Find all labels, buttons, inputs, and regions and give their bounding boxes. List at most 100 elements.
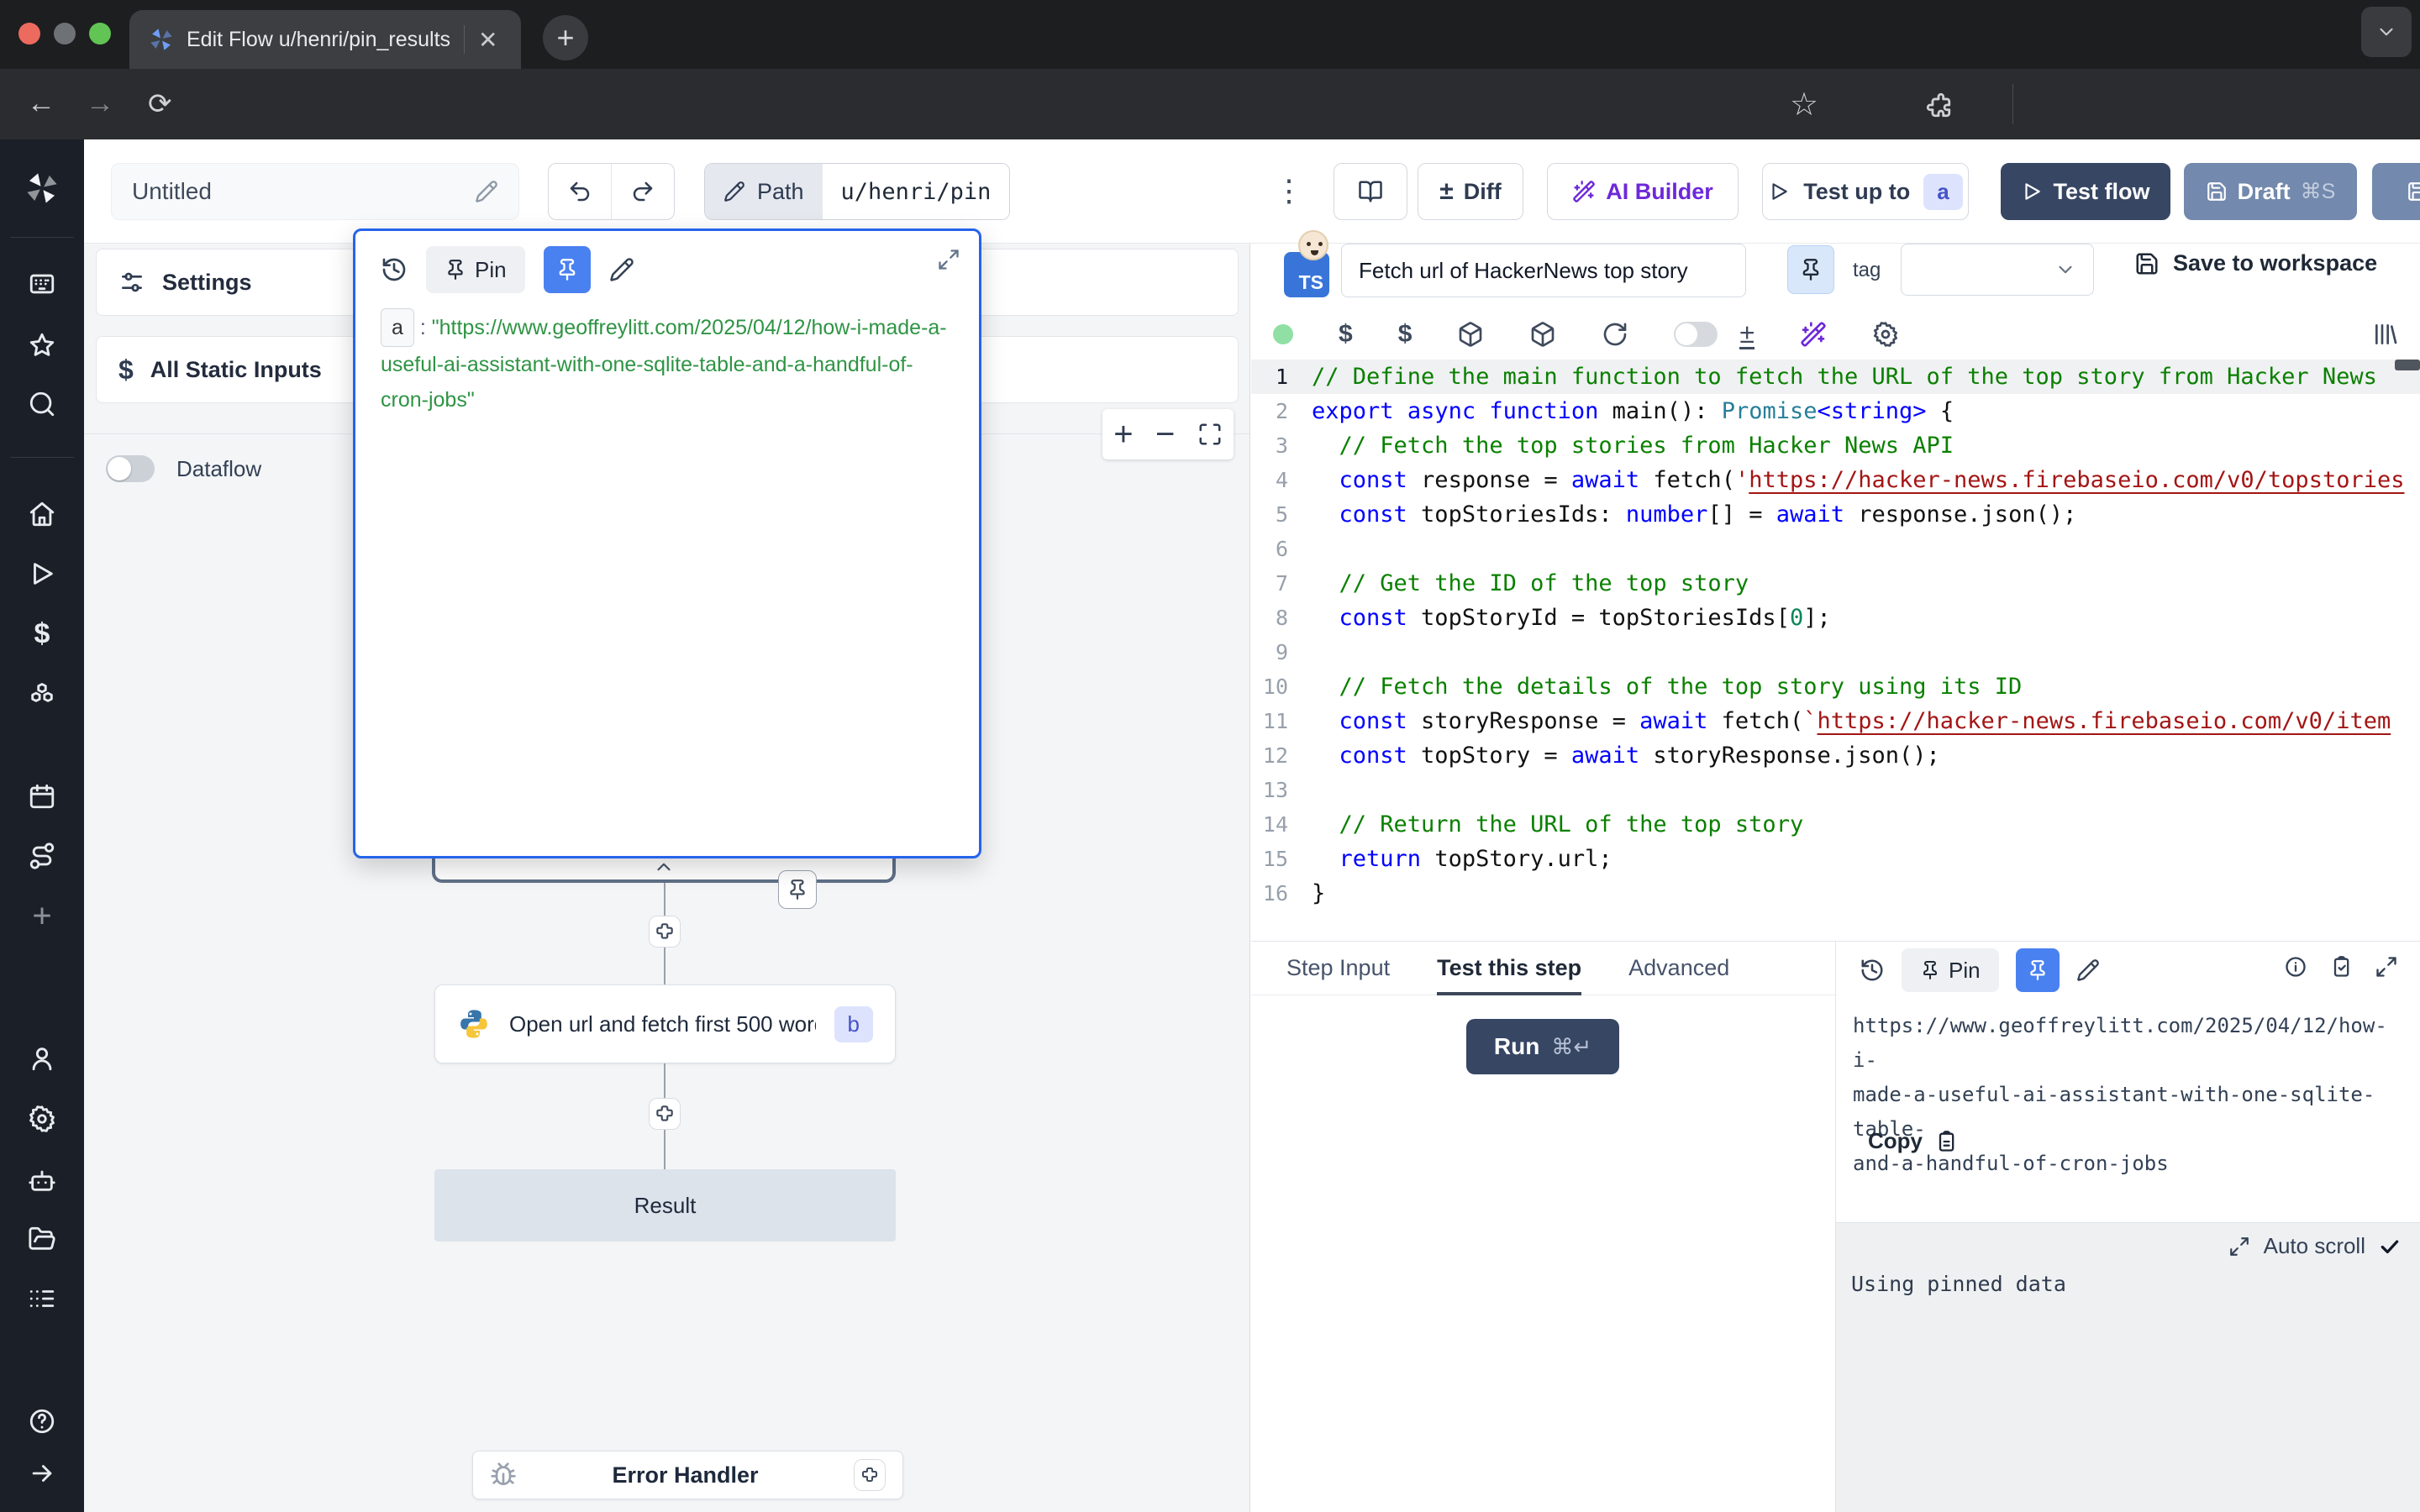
sidebar-item-favorites[interactable] [28,331,56,360]
back-icon[interactable]: ← [27,87,55,120]
sidebar-divider [10,457,74,458]
dollar-icon: $ [118,354,134,386]
sidebar-item-users[interactable] [28,1044,56,1073]
clipboard-icon[interactable] [2329,955,2353,979]
window-close-button[interactable] [18,23,40,45]
pin-active-button[interactable] [2016,948,2060,992]
dataflow-toggle[interactable] [106,455,155,482]
result-node-label: Result [634,1193,697,1219]
tab-divider [464,25,465,54]
path-button[interactable]: Path u/henri/pin [704,163,1010,220]
add-step-button[interactable] [649,916,681,948]
sidebar-item-folders[interactable] [28,1225,56,1253]
pin-active-button[interactable] [544,246,591,293]
docs-button[interactable] [1334,163,1407,220]
resources-icon[interactable]: $ [1398,320,1413,349]
test-up-to-button[interactable]: Test up to a [1762,163,1969,220]
run-button[interactable]: Run ⌘↵ [1466,1019,1619,1074]
history-icon[interactable] [381,256,408,283]
sidebar-item-search[interactable] [28,390,56,418]
script-settings-icon[interactable] [1872,321,1899,348]
lang-status-dot [1273,324,1293,344]
autoscroll-control[interactable]: Auto scroll [2228,1233,2401,1259]
fit-view-icon[interactable] [1197,422,1223,447]
add-step-button[interactable] [649,1098,681,1130]
more-options-icon[interactable]: ⋮ [1274,173,1304,208]
diff-mode-toggle[interactable] [1674,322,1718,347]
sidebar-item-logs[interactable] [28,1284,56,1313]
browser-tab-strip: Edit Flow u/henri/pin_results ✕ + [0,0,2420,69]
browser-tab[interactable]: Edit Flow u/henri/pin_results ✕ [129,10,521,69]
sidebar-item-help[interactable] [28,1407,56,1436]
add-error-handler-button[interactable] [854,1459,886,1491]
edit-pin-icon[interactable] [2076,958,2100,982]
ai-builder-button[interactable]: AI Builder [1547,163,1739,220]
flow-name-field[interactable]: Untitled [111,163,519,220]
reload-icon[interactable]: ⟳ [148,87,172,121]
step-pin-button[interactable] [1787,245,1834,294]
draft-button[interactable]: Draft ⌘S [2184,163,2357,220]
tab-close-icon[interactable]: ✕ [478,26,497,54]
windmill-logo-icon[interactable] [24,170,60,207]
new-tab-button[interactable]: + [543,15,588,60]
tab-test-this-step[interactable]: Test this step [1437,942,1581,995]
error-handler-node[interactable]: Error Handler [472,1451,903,1499]
plus-minus-icon[interactable]: ± [1739,320,1754,349]
code-lines: 1// Define the main function to fetch th… [1251,360,2420,911]
sidebar-item-resources[interactable] [28,681,56,710]
sidebar-item-variables[interactable]: $ [34,618,50,651]
check-icon [2379,1236,2401,1257]
tab-advanced[interactable]: Advanced [1628,942,1729,995]
sidebar-collapse-icon[interactable] [28,1459,56,1488]
collapse-node-icon[interactable] [653,856,675,878]
test-flow-button[interactable]: Test flow [2001,163,2170,220]
sidebar-item-apps[interactable] [28,270,56,298]
tag-select[interactable] [1901,244,2094,296]
assistant-emoji-icon [1298,230,1328,260]
undo-button[interactable] [549,164,611,219]
tab-step-input[interactable]: Step Input [1286,942,1390,995]
tab-search-button[interactable] [2361,7,2412,57]
sidebar-item-add[interactable]: + [32,898,51,936]
expand-result-icon[interactable] [2375,955,2398,979]
code-editor[interactable]: 1// Define the main function to fetch th… [1251,360,2420,932]
node-a-pin-badge[interactable] [778,870,817,909]
history-icon[interactable] [1860,958,1885,983]
extensions-icon[interactable] [1924,91,1953,119]
expand-logs-icon[interactable] [2228,1236,2250,1257]
play-icon [1768,181,1790,202]
editor-scrollbar[interactable] [2395,360,2420,370]
pinned-json-value: a : "https://www.geoffreylitt.com/2025/0… [381,308,960,417]
variables-icon[interactable]: $ [1339,320,1353,349]
deploy-button[interactable]: Deploy [2372,163,2420,220]
pin-tab-button[interactable]: Pin [1902,948,1999,992]
package-icon[interactable] [1457,321,1484,348]
forward-icon[interactable]: → [86,87,114,120]
info-icon[interactable] [2284,955,2307,979]
window-zoom-button[interactable] [89,23,111,45]
sidebar-item-schedules[interactable] [28,782,56,811]
flow-node-result[interactable]: Result [434,1169,896,1242]
sidebar-item-flows[interactable] [28,842,56,870]
edit-pin-icon[interactable] [609,257,634,282]
sidebar-item-workers[interactable] [28,1166,56,1194]
step-summary-input[interactable]: Fetch url of HackerNews top story [1341,244,1746,297]
diff-button[interactable]: ±Diff [1418,163,1523,220]
sidebar-item-runs[interactable] [28,559,56,588]
sidebar-item-home[interactable] [28,500,56,528]
expand-popup-icon[interactable] [937,248,960,271]
pin-tab-button[interactable]: Pin [426,246,525,293]
copy-button[interactable]: Copy [1868,1128,1958,1154]
sidebar-item-settings[interactable] [28,1105,56,1133]
window-minimize-button[interactable] [54,23,76,45]
edit-name-icon[interactable] [475,180,498,203]
redo-button[interactable] [612,164,674,219]
library-icon[interactable] [2372,321,2399,348]
package-icon[interactable] [1529,321,1556,348]
reload-code-icon[interactable] [1602,321,1628,348]
flow-name: Untitled [132,178,212,205]
ai-wand-icon[interactable] [1800,321,1827,348]
save-to-workspace-button[interactable]: Save to workspace [2134,250,2377,276]
bookmark-star-icon[interactable]: ☆ [1790,86,1818,123]
flow-node-b[interactable]: Open url and fetch first 500 words of ..… [434,984,896,1063]
